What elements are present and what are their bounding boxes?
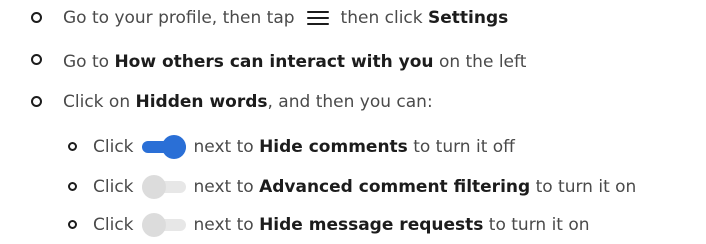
step-text-pre: Go to your profile, then tap (63, 8, 295, 28)
substep-text-mid: next to (193, 137, 254, 157)
list-item-substep-1: Click next to Hide comments to turn it o… (68, 134, 515, 160)
step-text-post: on the left (438, 52, 527, 72)
settings-label: Settings (428, 8, 509, 28)
advanced-filtering-label: Advanced comment filtering (259, 177, 531, 197)
bullet-icon (68, 182, 77, 191)
step-text-pre: Click on (63, 92, 131, 112)
list-item-step-3: Click on Hidden words, and then you can: (31, 89, 433, 115)
substep-text-pre: Click (93, 137, 134, 157)
list-item-step-2: Go to How others can interact with you o… (31, 49, 527, 75)
bullet-icon (68, 142, 77, 151)
substep-text-post: to turn it on (535, 177, 637, 197)
bullet-icon (31, 54, 42, 65)
step-text-post: , and then you can: (267, 92, 433, 112)
hide-comments-label: Hide comments (259, 137, 408, 157)
hidden-words-label: Hidden words (135, 92, 268, 112)
how-others-label: How others can interact with you (114, 52, 434, 72)
substep-text-mid: next to (193, 177, 254, 197)
substep-text-pre: Click (93, 215, 134, 235)
step-text-pre: Go to (63, 52, 110, 72)
substep-text-mid: next to (193, 215, 254, 235)
bullet-icon (31, 96, 42, 107)
toggle-off-icon (141, 175, 186, 199)
toggle-off-icon (141, 213, 186, 237)
substep-text-pre: Click (93, 177, 134, 197)
menu-icon (306, 10, 329, 26)
substep-text-post: to turn it off (413, 137, 515, 157)
toggle-on-icon (141, 135, 186, 159)
list-item-substep-2: Click next to Advanced comment filtering… (68, 174, 636, 200)
bullet-icon (31, 12, 42, 23)
list-item-substep-3: Click next to Hide message requests to t… (68, 212, 590, 238)
substep-text-post: to turn it on (488, 215, 590, 235)
list-item-step-1: Go to your profile, then tap then click … (31, 5, 509, 31)
step-text-mid: then click (340, 8, 423, 28)
bullet-icon (68, 220, 77, 229)
hide-message-requests-label: Hide message requests (259, 215, 484, 235)
